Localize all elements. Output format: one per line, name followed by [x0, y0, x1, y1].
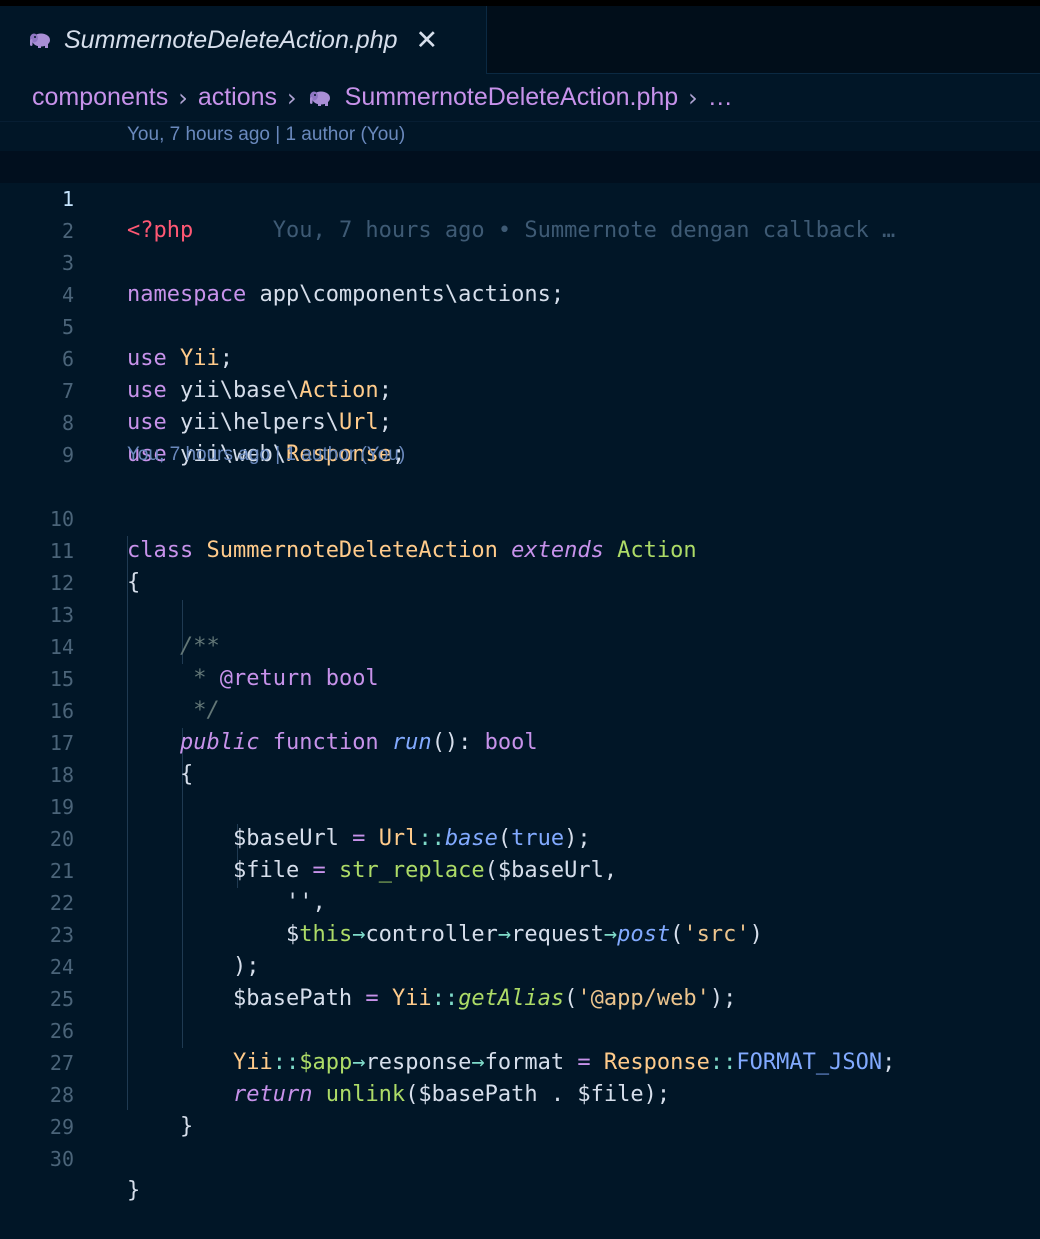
code-line: 22 $this→controller→request→post('src'): [0, 855, 1040, 947]
breadcrumb-item-components[interactable]: components: [32, 83, 168, 112]
code-line: 13 /**: [0, 567, 1040, 659]
code-line: 2: [0, 183, 1040, 243]
code-line: 16 public function run(): bool: [0, 663, 1040, 755]
code-line: 28 }: [0, 1047, 1040, 1139]
php-elephant-icon: [309, 91, 330, 106]
breadcrumb-item-symbols[interactable]: …: [708, 83, 733, 112]
code-line: 7 use yii\helpers\Url;: [0, 343, 1040, 435]
code-line: 20 $file = str_replace($baseUrl,: [0, 791, 1040, 883]
code-line: 1 <?php You, 7 hours ago • Summernote de…: [0, 151, 1040, 243]
code-line: 26 Yii::$app→response→format = Response:…: [0, 983, 1040, 1075]
code-line: 19 $baseUrl = Url::base(true);: [0, 759, 1040, 851]
code-line: 15 */: [0, 631, 1040, 723]
code-line: 17 {: [0, 695, 1040, 787]
line-number: 9: [61, 443, 74, 467]
tab-summernote-delete-action[interactable]: SummernoteDeleteAction.php ✕: [0, 6, 487, 74]
code-line: 6 use yii\base\Action;: [0, 311, 1040, 403]
tab-title: SummernoteDeleteAction.php: [64, 25, 398, 54]
code-lens-author[interactable]: You, 7 hours ago | 1 author (You): [127, 442, 405, 468]
close-icon[interactable]: ✕: [416, 27, 439, 54]
code-line: 9: [0, 407, 1040, 467]
code-line: 12: [0, 535, 1040, 595]
code-line: 18: [0, 727, 1040, 787]
code-line: 11 {: [0, 503, 1040, 595]
code-line: 3 namespace app\components\actions;: [0, 215, 1040, 307]
code-line: 24 $basePath = Yii::getAlias('@app/web')…: [0, 919, 1040, 1011]
breadcrumb: components › actions › SummernoteDeleteA…: [0, 74, 1040, 122]
code-line: 14 * @return bool: [0, 599, 1040, 691]
code-line: 30 }: [0, 1111, 1040, 1203]
line-number: 30: [49, 1147, 74, 1171]
chevron-right-icon: ›: [178, 83, 188, 112]
code-line: 5 use Yii;: [0, 279, 1040, 371]
code-line: 23 );: [0, 887, 1040, 979]
code-line: 29: [0, 1079, 1040, 1139]
code-line: 27 return unlink($basePath . $file);: [0, 1015, 1040, 1107]
php-elephant-icon: [30, 33, 50, 48]
tab-bar: SummernoteDeleteAction.php ✕: [0, 0, 1040, 74]
code-lens-author[interactable]: You, 7 hours ago | 1 author (You): [127, 122, 405, 148]
code-editor[interactable]: You, 7 hours ago | 1 author (You) 1 <?ph…: [0, 122, 1040, 1203]
chevron-right-icon: ›: [688, 83, 698, 112]
code-line: 25: [0, 951, 1040, 1011]
breadcrumb-item-actions[interactable]: actions: [198, 83, 277, 112]
code-line: 21 '',: [0, 823, 1040, 915]
chevron-right-icon: ›: [287, 83, 297, 112]
code-text: }: [127, 1178, 141, 1203]
code-line: 4: [0, 247, 1040, 307]
code-line: 10 class SummernoteDeleteAction extends …: [0, 471, 1040, 563]
code-line: 8 use yii\web\Response;: [0, 375, 1040, 467]
breadcrumb-item-file[interactable]: SummernoteDeleteAction.php: [345, 83, 679, 112]
